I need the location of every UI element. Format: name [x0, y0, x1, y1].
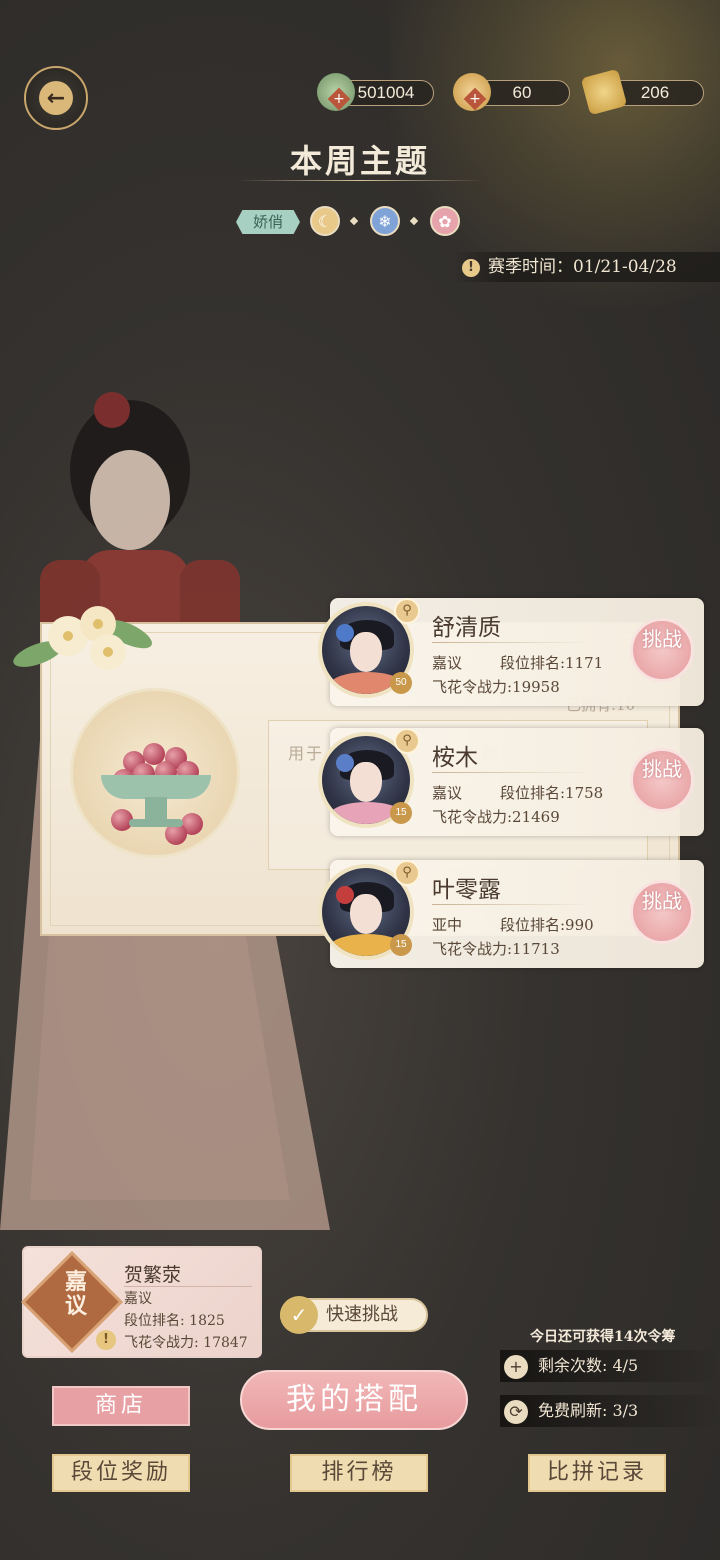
name-divider	[432, 904, 592, 905]
snowflake-icon: ❄	[370, 206, 400, 236]
currency-jade[interactable]: + 501004	[317, 73, 434, 111]
opponent-row[interactable]: ⚲ 15 叶零露 亚中 段位排名:990 飞花令战力:11713 挑战	[318, 860, 704, 968]
page-title: 本周主题	[289, 142, 430, 180]
opponent-name: 叶零露	[432, 877, 501, 903]
theme-tag: 娇俏	[236, 210, 300, 234]
currency-gold[interactable]: + 60	[453, 73, 570, 111]
challenge-button[interactable]: 挑战	[630, 618, 694, 682]
opponent-row[interactable]: ⚲ 50 舒清质 嘉议 段位排名:1171 飞花令战力:19958 挑战	[318, 598, 704, 706]
rank-badge-text: 嘉议	[64, 1269, 87, 1319]
match-record-button[interactable]: 比拼记录	[528, 1454, 666, 1492]
level-badge: 50	[390, 672, 412, 694]
used-for-text: 用于	[288, 744, 325, 763]
challenge-button[interactable]: 挑战	[630, 748, 694, 812]
magnifier-icon[interactable]: ⚲	[394, 860, 420, 886]
moon-icon: ☾	[310, 206, 340, 236]
shop-button[interactable]: 商店	[52, 1386, 190, 1426]
currency-token: 206	[580, 68, 704, 116]
remaining-attempts-label: 剩余次数: 4/5	[538, 1356, 639, 1375]
checkmark-icon: ✓	[280, 1296, 318, 1334]
warning-icon[interactable]: !	[96, 1330, 116, 1350]
opponent-rank: 段位排名:1758	[500, 784, 604, 802]
opponent-name: 桉木	[432, 745, 478, 771]
currency-gold-value: 60	[512, 83, 532, 102]
add-attempts-icon[interactable]: +	[504, 1354, 528, 1379]
challenge-button[interactable]: 挑战	[630, 880, 694, 944]
player-card[interactable]: 嘉议 贺繁荥 嘉议 段位排名: 1825 ! 飞花令战力: 17847	[21, 1246, 262, 1358]
opponent-power: 飞花令战力:19958	[432, 678, 560, 696]
free-refresh: ⟳ 免费刷新: 3/3	[500, 1395, 720, 1427]
opponent-rank-title: 亚中	[432, 916, 463, 934]
back-arrow-icon: ←	[39, 81, 73, 115]
player-rank-title: 嘉议	[124, 1291, 152, 1307]
remaining-attempts: + 剩余次数: 4/5	[500, 1350, 720, 1382]
refresh-icon[interactable]: ⟳	[504, 1399, 528, 1424]
name-divider	[432, 772, 592, 773]
opponent-power: 飞花令战力:21469	[432, 808, 560, 826]
magnifier-icon[interactable]: ⚲	[394, 598, 420, 624]
quick-battle-label: 快速挑战	[326, 1304, 398, 1325]
rank-reward-button[interactable]: 段位奖励	[52, 1454, 190, 1492]
currency-token-value: 206	[640, 83, 670, 102]
title-divider	[238, 180, 482, 181]
opponent-rank-title: 嘉议	[432, 654, 463, 672]
player-rank: 段位排名: 1825	[124, 1313, 225, 1329]
flower-decoration	[13, 606, 152, 670]
player-power: 飞花令战力: 17847	[124, 1335, 248, 1351]
today-reward-note: 今日还可获得14次令筹	[530, 1329, 676, 1345]
season-time-label: 赛季时间：01/21-04/28	[488, 257, 677, 277]
free-refresh-label: 免费刷新: 3/3	[538, 1401, 639, 1420]
level-badge: 15	[390, 802, 412, 824]
name-divider	[124, 1286, 252, 1287]
back-button[interactable]: ←	[24, 66, 88, 130]
opponent-name: 舒清质	[432, 615, 501, 641]
currency-jade-value: 501004	[357, 83, 415, 102]
opponent-rank: 段位排名:990	[500, 916, 594, 934]
lotus-icon: ✿	[430, 206, 460, 236]
info-icon[interactable]: !	[462, 258, 480, 277]
my-outfit-button[interactable]: 我的搭配	[240, 1370, 468, 1430]
separator-dot	[349, 216, 359, 226]
add-gold-icon[interactable]: +	[463, 87, 487, 111]
leaderboard-button[interactable]: 排行榜	[290, 1454, 428, 1492]
opponent-rank-title: 嘉议	[432, 784, 463, 802]
opponent-rank: 段位排名:1171	[500, 654, 604, 672]
fruit-plate-image	[70, 688, 240, 858]
opponent-power: 飞花令战力:11713	[432, 940, 560, 958]
player-name: 贺繁荥	[124, 1264, 182, 1286]
name-divider	[432, 642, 592, 643]
opponent-row[interactable]: ⚲ 15 桉木 嘉议 段位排名:1758 飞花令战力:21469 挑战	[318, 728, 704, 836]
quick-battle-toggle[interactable]: ✓ 快速挑战	[280, 1296, 428, 1334]
season-time: ! 赛季时间：01/21-04/28	[452, 252, 720, 282]
level-badge: 15	[390, 934, 412, 956]
add-jade-icon[interactable]: +	[327, 87, 351, 111]
magnifier-icon[interactable]: ⚲	[394, 728, 420, 754]
